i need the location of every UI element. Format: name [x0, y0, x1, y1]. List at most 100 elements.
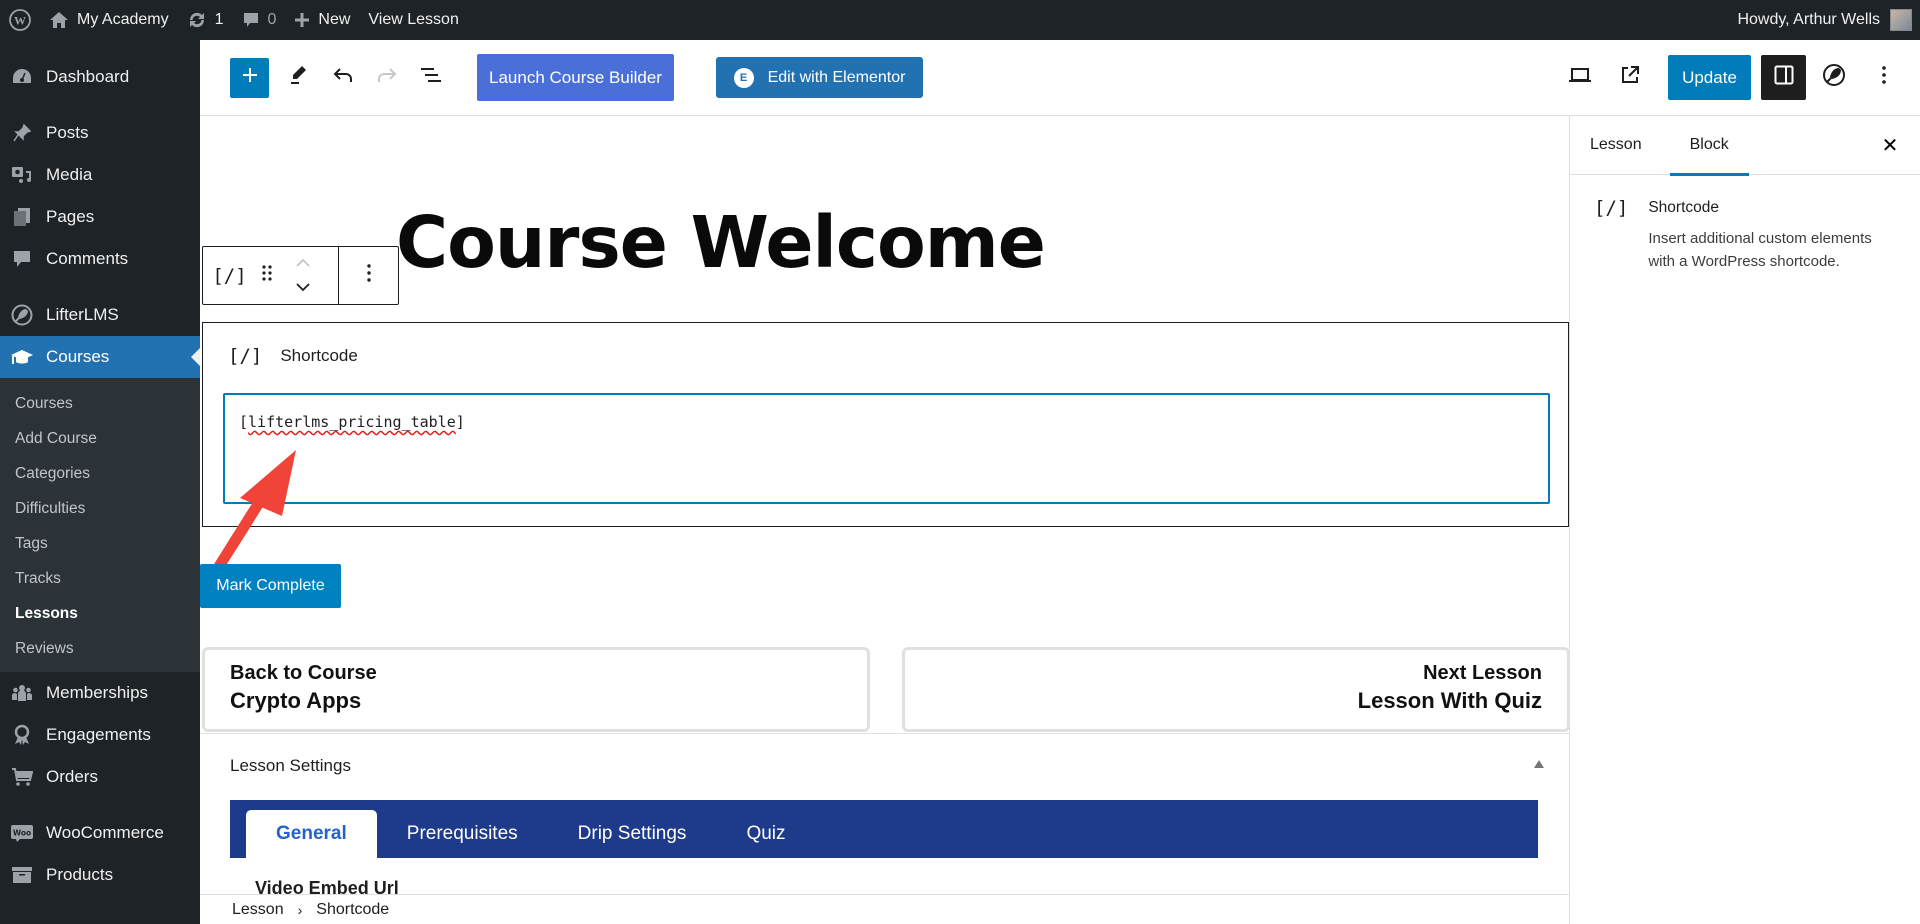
sidebar-item-label: Engagements — [46, 725, 151, 744]
sidebar-item-products[interactable]: Products — [0, 854, 200, 896]
redo-button[interactable] — [365, 56, 409, 100]
sidebar-item-label: Pages — [46, 207, 95, 226]
sidebar-item-woocommerce[interactable]: Woo WooCommerce — [0, 812, 200, 854]
block-options-button[interactable] — [339, 247, 398, 304]
tab-prerequisites[interactable]: Prerequisites — [377, 810, 548, 858]
svg-text:Woo: Woo — [13, 829, 31, 838]
next-lesson-label: Next Lesson — [1423, 662, 1542, 684]
shortcode-input[interactable]: [lifterlms_pricing_table] — [223, 393, 1550, 504]
video-embed-url-label: Video Embed Url — [255, 878, 399, 894]
block-card: [/] Shortcode Insert additional custom e… — [1570, 175, 1920, 295]
courses-submenu: Courses Add Course Categories Difficulti… — [0, 378, 200, 672]
settings-toggle-button[interactable] — [1761, 55, 1806, 100]
edit-with-elementor-button[interactable]: E Edit with Elementor — [716, 57, 923, 98]
sidebar-item-pages[interactable]: Pages — [0, 196, 200, 238]
shortcode-block[interactable]: [/] Shortcode [lifterlms_pricing_table] — [202, 322, 1569, 527]
tab-lesson[interactable]: Lesson — [1570, 116, 1662, 175]
site-name-link[interactable]: My Academy — [40, 0, 178, 40]
submenu-tags[interactable]: Tags — [0, 526, 200, 561]
graduation-cap-icon — [10, 345, 34, 369]
next-lesson-name: Lesson With Quiz — [1357, 688, 1542, 713]
svg-text:W: W — [14, 14, 26, 28]
comment-icon — [242, 11, 260, 29]
collapse-toggle-icon[interactable] — [1534, 760, 1544, 768]
close-icon[interactable]: ✕ — [1878, 133, 1902, 157]
tab-block[interactable]: Block — [1669, 116, 1749, 176]
rocket-icon — [10, 303, 34, 327]
award-icon — [10, 723, 34, 747]
submenu-reviews[interactable]: Reviews — [0, 631, 200, 666]
shortcode-bracket-close: ] — [455, 413, 465, 431]
undo-button[interactable] — [321, 56, 365, 100]
course-name: Crypto Apps — [230, 688, 362, 713]
options-menu-button[interactable] — [1862, 56, 1906, 100]
view-lesson-link[interactable]: View Lesson — [359, 0, 467, 40]
post-title[interactable]: Course Welcome — [396, 201, 1046, 284]
preview-button[interactable] — [1558, 56, 1602, 100]
my-account[interactable]: Howdy, Arthur Wells — [1737, 9, 1920, 31]
drag-handle[interactable] — [252, 247, 282, 304]
block-breadcrumb: Lesson › Shortcode — [200, 894, 1569, 924]
sidebar-item-posts[interactable]: Posts — [0, 112, 200, 154]
tools-button[interactable] — [277, 56, 321, 100]
submenu-categories[interactable]: Categories — [0, 456, 200, 491]
elementor-icon: E — [733, 67, 754, 88]
shortcode-bracket-open: [ — [239, 413, 249, 431]
comments-link[interactable]: 0 — [233, 0, 286, 40]
mark-complete-button[interactable]: Mark Complete — [200, 564, 341, 608]
tab-quiz[interactable]: Quiz — [716, 810, 815, 858]
submenu-tracks[interactable]: Tracks — [0, 561, 200, 596]
sidebar-item-media[interactable]: Media — [0, 154, 200, 196]
new-label: New — [318, 11, 351, 28]
tab-drip-settings[interactable]: Drip Settings — [548, 810, 717, 858]
woo-icon: Woo — [10, 821, 34, 845]
tab-general[interactable]: General — [246, 810, 377, 858]
chevron-down-icon[interactable] — [295, 279, 311, 297]
document-overview-button[interactable] — [409, 56, 453, 100]
view-lesson-label: View Lesson — [368, 11, 459, 28]
breadcrumb-lesson[interactable]: Lesson — [232, 901, 284, 919]
block-inserter-button[interactable] — [230, 57, 269, 98]
submenu-courses[interactable]: Courses — [0, 386, 200, 421]
more-vertical-icon — [1881, 65, 1887, 90]
comment-icon — [10, 247, 34, 271]
shortcode-block-name: Shortcode — [280, 346, 358, 365]
sidebar-item-courses[interactable]: Courses — [0, 336, 200, 378]
undo-icon — [332, 65, 354, 90]
shortcode-block-label: [/] Shortcode — [228, 345, 358, 367]
new-content-link[interactable]: New — [285, 0, 359, 40]
lifterlms-button[interactable] — [1812, 56, 1856, 100]
shortcode-icon: [/] — [212, 264, 247, 287]
home-icon — [49, 11, 69, 29]
update-button[interactable]: Update — [1668, 55, 1751, 100]
submenu-difficulties[interactable]: Difficulties — [0, 491, 200, 526]
block-toolbar: [/] — [202, 246, 399, 305]
updates-link[interactable]: 1 — [178, 0, 233, 40]
groups-icon — [10, 681, 34, 705]
sidebar-item-engagements[interactable]: Engagements — [0, 714, 200, 756]
rocket-icon — [1822, 63, 1846, 92]
sidebar-item-memberships[interactable]: Memberships — [0, 672, 200, 714]
back-to-course-card[interactable]: Back to Course Crypto Apps — [202, 647, 870, 732]
launch-course-builder-button[interactable]: Launch Course Builder — [477, 54, 674, 101]
media-icon — [10, 163, 34, 187]
submenu-add-course[interactable]: Add Course — [0, 421, 200, 456]
archive-icon — [10, 863, 34, 887]
sidebar-item-lifterlms[interactable]: LifterLMS — [0, 294, 200, 336]
redo-icon — [376, 65, 398, 90]
chevron-up-icon[interactable] — [295, 255, 311, 273]
wordpress-logo-button[interactable]: W — [0, 0, 40, 40]
breadcrumb-shortcode[interactable]: Shortcode — [316, 901, 389, 919]
view-post-button[interactable] — [1608, 56, 1652, 100]
move-block-buttons[interactable] — [282, 247, 324, 304]
next-lesson-card[interactable]: Next Lesson Lesson With Quiz — [902, 647, 1569, 732]
block-type-button[interactable]: [/] — [207, 247, 252, 304]
chevron-right-icon: › — [297, 901, 303, 918]
sidebar-item-dashboard[interactable]: Dashboard — [0, 56, 200, 98]
sidebar-item-comments[interactable]: Comments — [0, 238, 200, 280]
site-name: My Academy — [77, 11, 169, 28]
shortcode-text: lifterlms_pricing_table — [248, 413, 456, 431]
submenu-lessons[interactable]: Lessons — [0, 596, 200, 631]
sidebar-item-label: Posts — [46, 123, 89, 142]
sidebar-item-orders[interactable]: Orders — [0, 756, 200, 798]
